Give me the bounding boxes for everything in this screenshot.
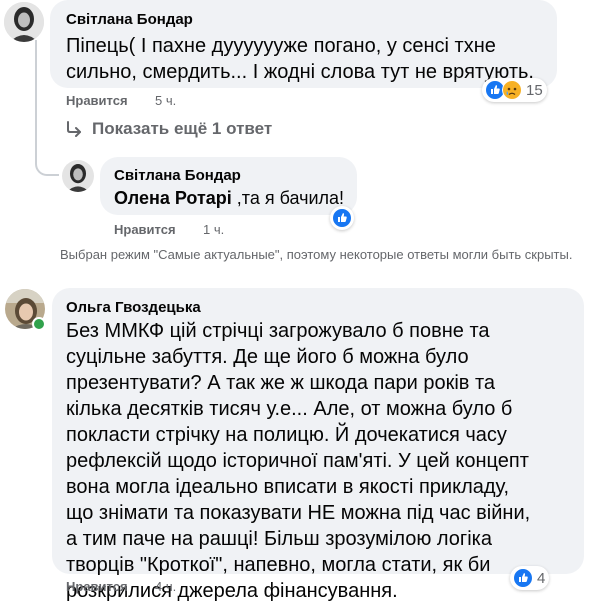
like-button[interactable]: Нравится	[66, 579, 128, 594]
comment-bubble: Світлана Бондар Піпець( І пахне дууууууж…	[50, 0, 557, 88]
like-reaction-icon	[332, 208, 352, 228]
comment-timestamp[interactable]: 5 ч.	[155, 93, 176, 108]
reply-arrow-icon	[67, 121, 81, 137]
reaction-count: 15	[526, 81, 543, 99]
reaction-summary[interactable]: 4	[510, 566, 550, 590]
thread-line-curve	[35, 130, 59, 176]
online-status-indicator	[32, 317, 46, 331]
reply-bubble: Світлана Бондар Олена Ротарі ,та я бачил…	[100, 157, 357, 215]
comment-author[interactable]: Світлана Бондар	[66, 11, 193, 28]
comment-text: Без ММКФ цій стрічці загрожувало б повне…	[66, 320, 531, 602]
reply-avatar[interactable]	[62, 160, 94, 192]
reaction-summary[interactable]	[330, 206, 354, 230]
reply-like-button[interactable]: Нравится	[114, 222, 176, 237]
like-reaction-icon	[513, 568, 533, 588]
reply-text-line: Олена Ротарі ,та я бачила!	[114, 187, 344, 209]
profile-photo-icon	[62, 160, 94, 192]
reply-author[interactable]: Світлана Бондар	[114, 167, 241, 184]
thread-line	[35, 40, 37, 130]
comment-author[interactable]: Ольга Гвоздецька	[66, 299, 201, 316]
show-more-replies[interactable]: Показать ещё 1 ответ	[64, 119, 272, 139]
comment-timestamp[interactable]: 4 ч.	[155, 579, 176, 594]
comment-text: Піпець( І пахне дууууууже погано, у сенс…	[66, 35, 534, 83]
like-button[interactable]: Нравится	[66, 93, 128, 108]
profile-photo-icon	[4, 2, 44, 42]
mention-link[interactable]: Олена Ротарі	[114, 188, 232, 208]
show-more-replies-label: Показать ещё 1 ответ	[92, 119, 273, 138]
reply-timestamp[interactable]: 1 ч.	[203, 222, 224, 237]
reaction-count: 4	[537, 569, 546, 587]
sad-reaction-icon	[502, 80, 522, 100]
reply-text: ,та я бачила!	[231, 188, 345, 208]
avatar[interactable]	[4, 2, 44, 42]
filter-notice: Выбран режим "Самые актуальные", поэтому…	[60, 247, 573, 262]
reaction-summary[interactable]: 15	[482, 78, 547, 102]
comment-bubble: Ольга Гвоздецька Без ММКФ цій стрічці за…	[52, 288, 584, 602]
